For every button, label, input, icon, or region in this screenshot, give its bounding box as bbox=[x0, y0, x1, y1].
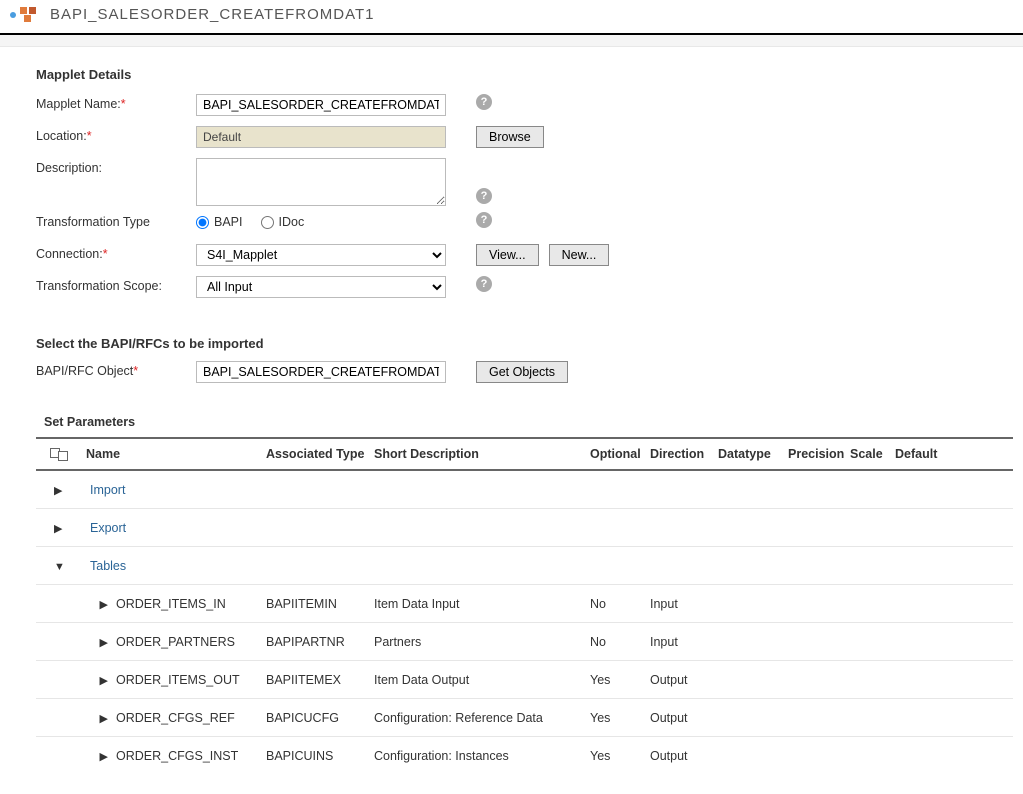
help-icon[interactable]: ? bbox=[476, 276, 492, 292]
params-table: Name Associated Type Short Description O… bbox=[36, 437, 1013, 774]
row-direction: Output bbox=[650, 673, 718, 687]
col-name: Name bbox=[86, 447, 266, 461]
row-desc: Partners bbox=[374, 635, 590, 649]
row-optional: No bbox=[590, 597, 650, 611]
row-optional: Yes bbox=[590, 673, 650, 687]
col-assoc: Associated Type bbox=[266, 447, 374, 461]
get-objects-button[interactable]: Get Objects bbox=[476, 361, 568, 383]
connection-select[interactable]: S4I_Mapplet bbox=[196, 244, 446, 266]
caret-right-icon[interactable]: ▶ bbox=[54, 484, 62, 497]
help-icon[interactable]: ? bbox=[476, 188, 492, 204]
row-desc: Item Data Input bbox=[374, 597, 590, 611]
caret-right-icon[interactable]: ▶ bbox=[100, 712, 108, 725]
row-assoc: BAPIITEMIN bbox=[266, 597, 374, 611]
caret-right-icon[interactable]: ▶ bbox=[100, 674, 108, 687]
group-name: Export bbox=[86, 521, 266, 535]
description-textarea[interactable] bbox=[196, 158, 446, 206]
bapi-object-input[interactable] bbox=[196, 361, 446, 383]
location-input bbox=[196, 126, 446, 148]
row-name: ORDER_CFGS_INST bbox=[116, 749, 266, 763]
caret-right-icon[interactable]: ▶ bbox=[54, 522, 62, 535]
row-direction: Input bbox=[650, 635, 718, 649]
expand-collapse-icon[interactable] bbox=[50, 448, 68, 461]
row-name: ORDER_CFGS_REF bbox=[116, 711, 266, 725]
connection-label: Connection:* bbox=[36, 244, 196, 261]
transformation-scope-select[interactable]: All Input bbox=[196, 276, 446, 298]
title-bar: BAPI_SALESORDER_CREATEFROMDAT1 bbox=[0, 0, 1023, 35]
app-icon bbox=[10, 7, 38, 23]
bapi-object-label: BAPI/RFC Object* bbox=[36, 361, 196, 378]
row-direction: Output bbox=[650, 711, 718, 725]
group-name: Tables bbox=[86, 559, 266, 573]
col-precision: Precision bbox=[788, 447, 850, 461]
caret-down-icon[interactable]: ▼ bbox=[54, 561, 65, 573]
browse-button[interactable]: Browse bbox=[476, 126, 544, 148]
row-desc: Item Data Output bbox=[374, 673, 590, 687]
row-assoc: BAPICUINS bbox=[266, 749, 374, 763]
transformation-scope-label: Transformation Scope: bbox=[36, 276, 196, 293]
main-content: Mapplet Details Mapplet Name:* ? Locatio… bbox=[0, 47, 1023, 794]
transformation-type-label: Transformation Type bbox=[36, 212, 196, 229]
caret-right-icon[interactable]: ▶ bbox=[100, 750, 108, 763]
row-optional: No bbox=[590, 635, 650, 649]
col-direction: Direction bbox=[650, 447, 718, 461]
separator-strip bbox=[0, 35, 1023, 47]
row-name: ORDER_PARTNERS bbox=[116, 635, 266, 649]
row-optional: Yes bbox=[590, 711, 650, 725]
help-icon[interactable]: ? bbox=[476, 94, 492, 110]
row-assoc: BAPICUCFG bbox=[266, 711, 374, 725]
new-button[interactable]: New... bbox=[549, 244, 610, 266]
radio-idoc-input[interactable] bbox=[261, 216, 274, 229]
row-direction: Input bbox=[650, 597, 718, 611]
caret-right-icon[interactable]: ▶ bbox=[100, 636, 108, 649]
set-parameters-heading: Set Parameters bbox=[44, 415, 1013, 429]
group-export[interactable]: ▶ Export bbox=[36, 509, 1013, 547]
col-scale: Scale bbox=[850, 447, 895, 461]
radio-bapi[interactable]: BAPI bbox=[196, 215, 243, 229]
row-name: ORDER_ITEMS_IN bbox=[116, 597, 266, 611]
params-table-header: Name Associated Type Short Description O… bbox=[36, 439, 1013, 471]
import-section-heading: Select the BAPI/RFCs to be imported bbox=[36, 336, 1013, 351]
mapplet-name-label: Mapplet Name:* bbox=[36, 94, 196, 111]
view-button[interactable]: View... bbox=[476, 244, 539, 266]
group-tables[interactable]: ▼ Tables bbox=[36, 547, 1013, 585]
radio-idoc[interactable]: IDoc bbox=[261, 215, 305, 229]
row-optional: Yes bbox=[590, 749, 650, 763]
table-row[interactable]: ▶ ORDER_ITEMS_IN BAPIITEMIN Item Data In… bbox=[36, 585, 1013, 623]
help-icon[interactable]: ? bbox=[476, 212, 492, 228]
table-row[interactable]: ▶ ORDER_PARTNERS BAPIPARTNR Partners No … bbox=[36, 623, 1013, 661]
col-datatype: Datatype bbox=[718, 447, 788, 461]
group-import[interactable]: ▶ Import bbox=[36, 471, 1013, 509]
row-assoc: BAPIITEMEX bbox=[266, 673, 374, 687]
caret-right-icon[interactable]: ▶ bbox=[100, 598, 108, 611]
row-desc: Configuration: Instances bbox=[374, 749, 590, 763]
table-row[interactable]: ▶ ORDER_ITEMS_OUT BAPIITEMEX Item Data O… bbox=[36, 661, 1013, 699]
table-row[interactable]: ▶ ORDER_CFGS_REF BAPICUCFG Configuration… bbox=[36, 699, 1013, 737]
description-label: Description: bbox=[36, 158, 196, 175]
table-row[interactable]: ▶ ORDER_CFGS_INST BAPICUINS Configuratio… bbox=[36, 737, 1013, 774]
row-assoc: BAPIPARTNR bbox=[266, 635, 374, 649]
row-name: ORDER_ITEMS_OUT bbox=[116, 673, 266, 687]
mapplet-name-input[interactable] bbox=[196, 94, 446, 116]
mapplet-details-heading: Mapplet Details bbox=[36, 67, 1013, 82]
col-optional: Optional bbox=[590, 447, 650, 461]
col-default: Default bbox=[895, 447, 955, 461]
location-label: Location:* bbox=[36, 126, 196, 143]
group-name: Import bbox=[86, 483, 266, 497]
radio-bapi-input[interactable] bbox=[196, 216, 209, 229]
row-desc: Configuration: Reference Data bbox=[374, 711, 590, 725]
col-desc: Short Description bbox=[374, 447, 590, 461]
row-direction: Output bbox=[650, 749, 718, 763]
page-title: BAPI_SALESORDER_CREATEFROMDAT1 bbox=[50, 6, 375, 23]
